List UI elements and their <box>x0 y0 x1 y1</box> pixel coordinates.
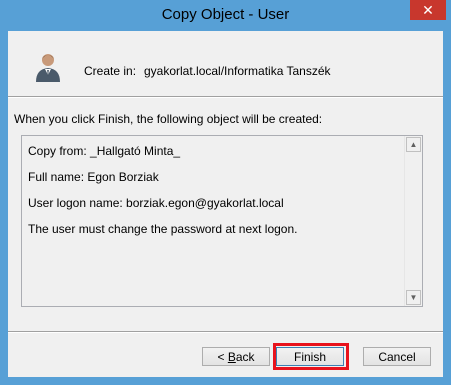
cancel-button-label: Cancel <box>378 349 416 364</box>
summary-textbox[interactable]: Copy from: _Hallgató Minta_ Full name: E… <box>21 135 423 307</box>
summary-intro: When you click Finish, the following obj… <box>14 112 323 126</box>
summary-line-full-name: Full name: Egon Borziak <box>28 170 159 184</box>
summary-line-copy-from: Copy from: _Hallgató Minta_ <box>28 144 181 158</box>
back-button-prefix: < <box>217 349 228 364</box>
close-icon: ✕ <box>422 2 434 18</box>
footer-divider <box>8 331 443 333</box>
create-in-label: Create in: <box>84 64 137 78</box>
cancel-button[interactable]: Cancel <box>363 347 431 366</box>
window-title: Copy Object - User <box>161 6 290 23</box>
title-bar[interactable]: Copy Object - User ✕ <box>0 0 451 31</box>
scroll-down-icon[interactable]: ▼ <box>406 290 421 305</box>
dialog-header: Create in: gyakorlat.local/Informatika T… <box>8 31 443 91</box>
back-button-mnemonic: B <box>227 349 236 364</box>
finish-button-label: Finish <box>293 349 326 364</box>
scroll-up-icon[interactable]: ▲ <box>406 137 421 152</box>
summary-scrollbar[interactable]: ▲ ▼ <box>404 136 422 306</box>
close-button[interactable]: ✕ <box>410 0 446 20</box>
copy-object-user-window: Copy Object - User ✕ Create in: gyakorla… <box>0 0 451 385</box>
finish-button[interactable]: Finish <box>276 347 344 366</box>
user-icon <box>36 54 60 82</box>
summary-line-password: The user must change the password at nex… <box>28 222 298 236</box>
dialog-body: Create in: gyakorlat.local/Informatika T… <box>8 31 443 377</box>
header-divider <box>8 96 443 98</box>
back-button-rest: ack <box>235 349 255 364</box>
create-in-path: gyakorlat.local/Informatika Tanszék <box>144 64 331 78</box>
summary-line-logon-name: User logon name: borziak.egon@gyakorlat.… <box>28 196 284 210</box>
back-button[interactable]: < Back <box>202 347 270 366</box>
